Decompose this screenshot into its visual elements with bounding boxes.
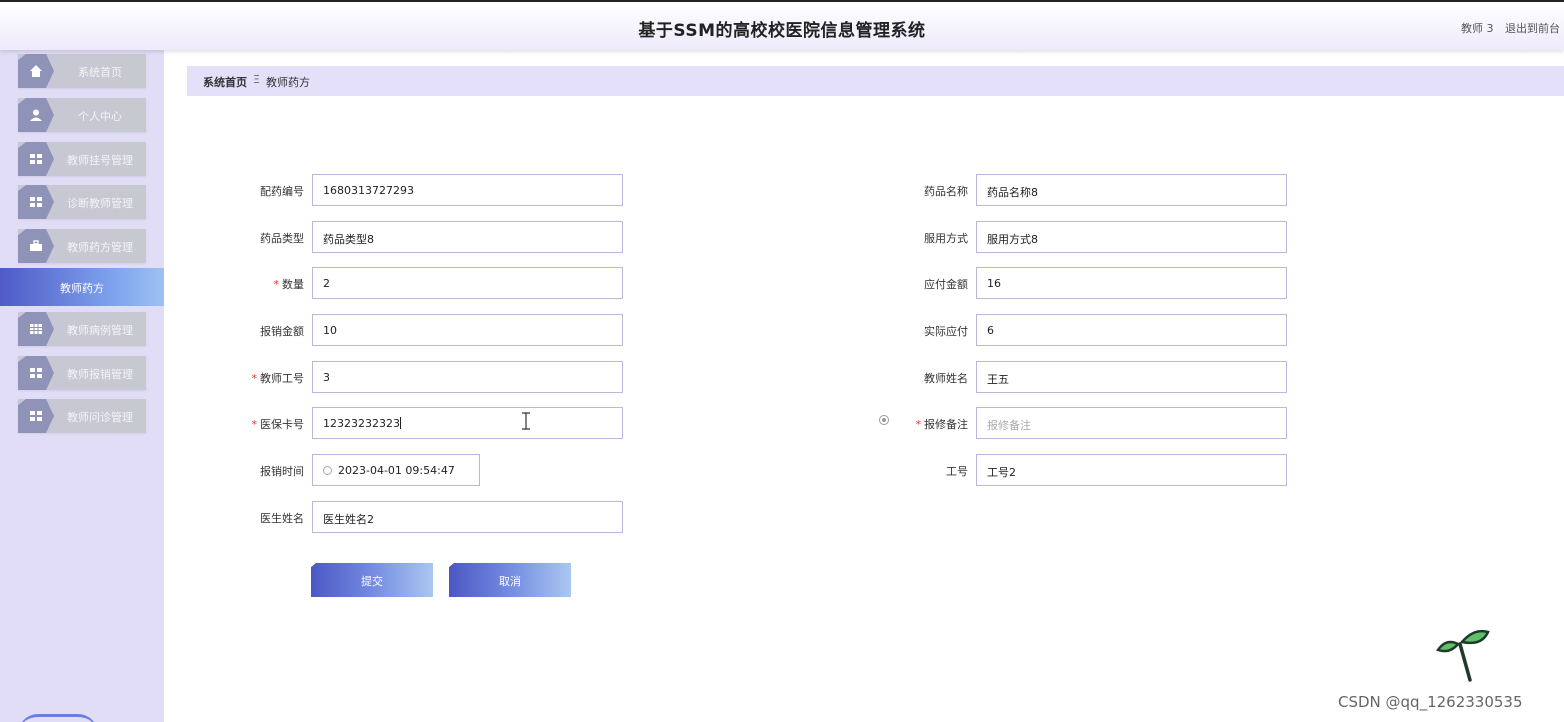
teacher-id-input[interactable]: 3 xyxy=(312,361,623,393)
usage-method-input[interactable]: 服用方式8 xyxy=(976,221,1287,253)
sidebar: 系统首页 个人中心 教师挂号管理 诊断教师管理 教师药方管理 教师药方 教师病例… xyxy=(0,50,164,722)
sidebar-item-label: 教师挂号管理 xyxy=(67,154,133,167)
sidebar-item-diagnosis[interactable]: 诊断教师管理 xyxy=(18,185,146,219)
briefcase-icon xyxy=(30,240,42,251)
required-mark: * xyxy=(251,418,258,431)
sidebar-item-label: 教师病例管理 xyxy=(67,324,133,337)
i-beam-cursor-icon xyxy=(522,412,530,430)
staff-id-input[interactable]: 工号2 xyxy=(976,454,1287,486)
field-label-text: 数量 xyxy=(282,278,304,291)
radio-dot-icon[interactable] xyxy=(879,415,889,425)
pinwheel-icon xyxy=(1436,629,1490,682)
sidebar-decoration xyxy=(18,714,98,722)
quantity-input[interactable]: 2 xyxy=(312,267,623,299)
insurance-card-input[interactable]: 12323232323 xyxy=(312,407,623,439)
actual-payment-input[interactable]: 6 xyxy=(976,314,1287,346)
field-label-text: 医保卡号 xyxy=(260,418,304,431)
user-icon xyxy=(30,109,42,121)
grid-icon xyxy=(30,154,42,164)
drug-name-input[interactable]: 药品名称8 xyxy=(976,174,1287,206)
sidebar-item-label: 教师问诊管理 xyxy=(67,411,133,424)
reimbursement-amount-input[interactable]: 10 xyxy=(312,314,623,346)
field-label: 报销时间 xyxy=(260,465,304,478)
sidebar-subitem-label: 教师药方 xyxy=(60,282,104,295)
header-user-area: 教师 3 退出到前台 xyxy=(1453,20,1560,36)
home-icon xyxy=(30,65,42,77)
submit-button[interactable]: 提交 xyxy=(311,563,433,597)
dispense-number-input[interactable]: 1680313727293 xyxy=(312,174,623,206)
app-root: 基于SSM的高校校医院信息管理系统 教师 3 退出到前台 系统首页 个人中心 教… xyxy=(0,0,1564,722)
sidebar-item-label: 诊断教师管理 xyxy=(67,197,133,210)
sidebar-item-reimbursement[interactable]: 教师报销管理 xyxy=(18,356,146,390)
breadcrumb: 系统首页 Ξ 教师药方 xyxy=(187,66,1564,96)
text-caret xyxy=(399,417,401,429)
sidebar-subitem-teacher-prescription[interactable]: 教师药方 xyxy=(0,268,164,306)
grid-icon xyxy=(30,411,42,421)
reimbursement-time-value: 2023-04-01 09:54:47 xyxy=(338,464,455,477)
sidebar-item-registration[interactable]: 教师挂号管理 xyxy=(18,142,146,176)
sidebar-item-label: 教师报销管理 xyxy=(67,368,133,381)
page-title: 基于SSM的高校校医院信息管理系统 xyxy=(638,21,926,41)
insurance-card-value: 12323232323 xyxy=(323,417,400,430)
field-label: * 教师工号 xyxy=(214,370,305,386)
table-icon xyxy=(30,324,42,334)
field-label: 应付金额 xyxy=(924,278,968,291)
sidebar-item-consultation[interactable]: 教师问诊管理 xyxy=(18,399,146,433)
sidebar-item-label: 系统首页 xyxy=(78,66,122,79)
reimbursement-time-picker[interactable]: 2023-04-01 09:54:47 xyxy=(312,454,480,486)
field-label-text: 教师工号 xyxy=(260,372,304,385)
top-header: 基于SSM的高校校医院信息管理系统 教师 3 退出到前台 xyxy=(0,0,1564,50)
breadcrumb-current: 教师药方 xyxy=(266,76,310,89)
drug-type-input[interactable]: 药品类型8 xyxy=(312,221,623,253)
repair-remark-input[interactable]: 报修备注 xyxy=(976,407,1287,439)
logout-link[interactable]: 退出到前台 xyxy=(1505,22,1560,35)
sidebar-item-profile[interactable]: 个人中心 xyxy=(18,98,146,132)
field-label: 药品类型 xyxy=(260,232,304,245)
field-label: 报销金额 xyxy=(260,325,304,338)
doctor-name-input[interactable]: 医生姓名2 xyxy=(312,501,623,533)
field-label: 服用方式 xyxy=(924,232,968,245)
sidebar-item-label: 教师药方管理 xyxy=(67,241,133,254)
field-label-text: 报修备注 xyxy=(924,418,968,431)
field-label: 工号 xyxy=(946,465,968,478)
field-label: 医生姓名 xyxy=(260,512,304,525)
sidebar-item-home[interactable]: 系统首页 xyxy=(18,54,146,88)
grid-icon xyxy=(30,197,42,207)
breadcrumb-separator: Ξ xyxy=(253,73,260,86)
current-user: 教师 3 xyxy=(1461,22,1494,35)
cancel-button-label: 取消 xyxy=(499,575,521,588)
sidebar-item-label: 个人中心 xyxy=(78,110,122,123)
sidebar-item-prescription[interactable]: 教师药方管理 xyxy=(18,229,146,263)
payable-amount-input[interactable]: 16 xyxy=(976,267,1287,299)
field-label: * 医保卡号 xyxy=(214,416,305,432)
required-mark: * xyxy=(251,372,258,385)
submit-button-label: 提交 xyxy=(361,575,383,588)
required-mark: * xyxy=(915,418,922,431)
watermark: CSDN @qq_1262330535 xyxy=(1338,693,1523,711)
field-label: 配药编号 xyxy=(260,185,304,198)
required-mark: * xyxy=(273,278,280,291)
field-label: 药品名称 xyxy=(924,185,968,198)
clock-icon xyxy=(323,466,332,475)
field-label: * 报修备注 xyxy=(878,416,969,432)
sidebar-item-cases[interactable]: 教师病例管理 xyxy=(18,312,146,346)
grid-icon xyxy=(30,368,42,378)
cancel-button[interactable]: 取消 xyxy=(449,563,571,597)
field-label: 教师姓名 xyxy=(924,372,968,385)
field-label: 实际应付 xyxy=(924,325,968,338)
teacher-name-input[interactable]: 王五 xyxy=(976,361,1287,393)
breadcrumb-home[interactable]: 系统首页 xyxy=(203,74,247,90)
field-label: * 数量 xyxy=(214,276,305,292)
